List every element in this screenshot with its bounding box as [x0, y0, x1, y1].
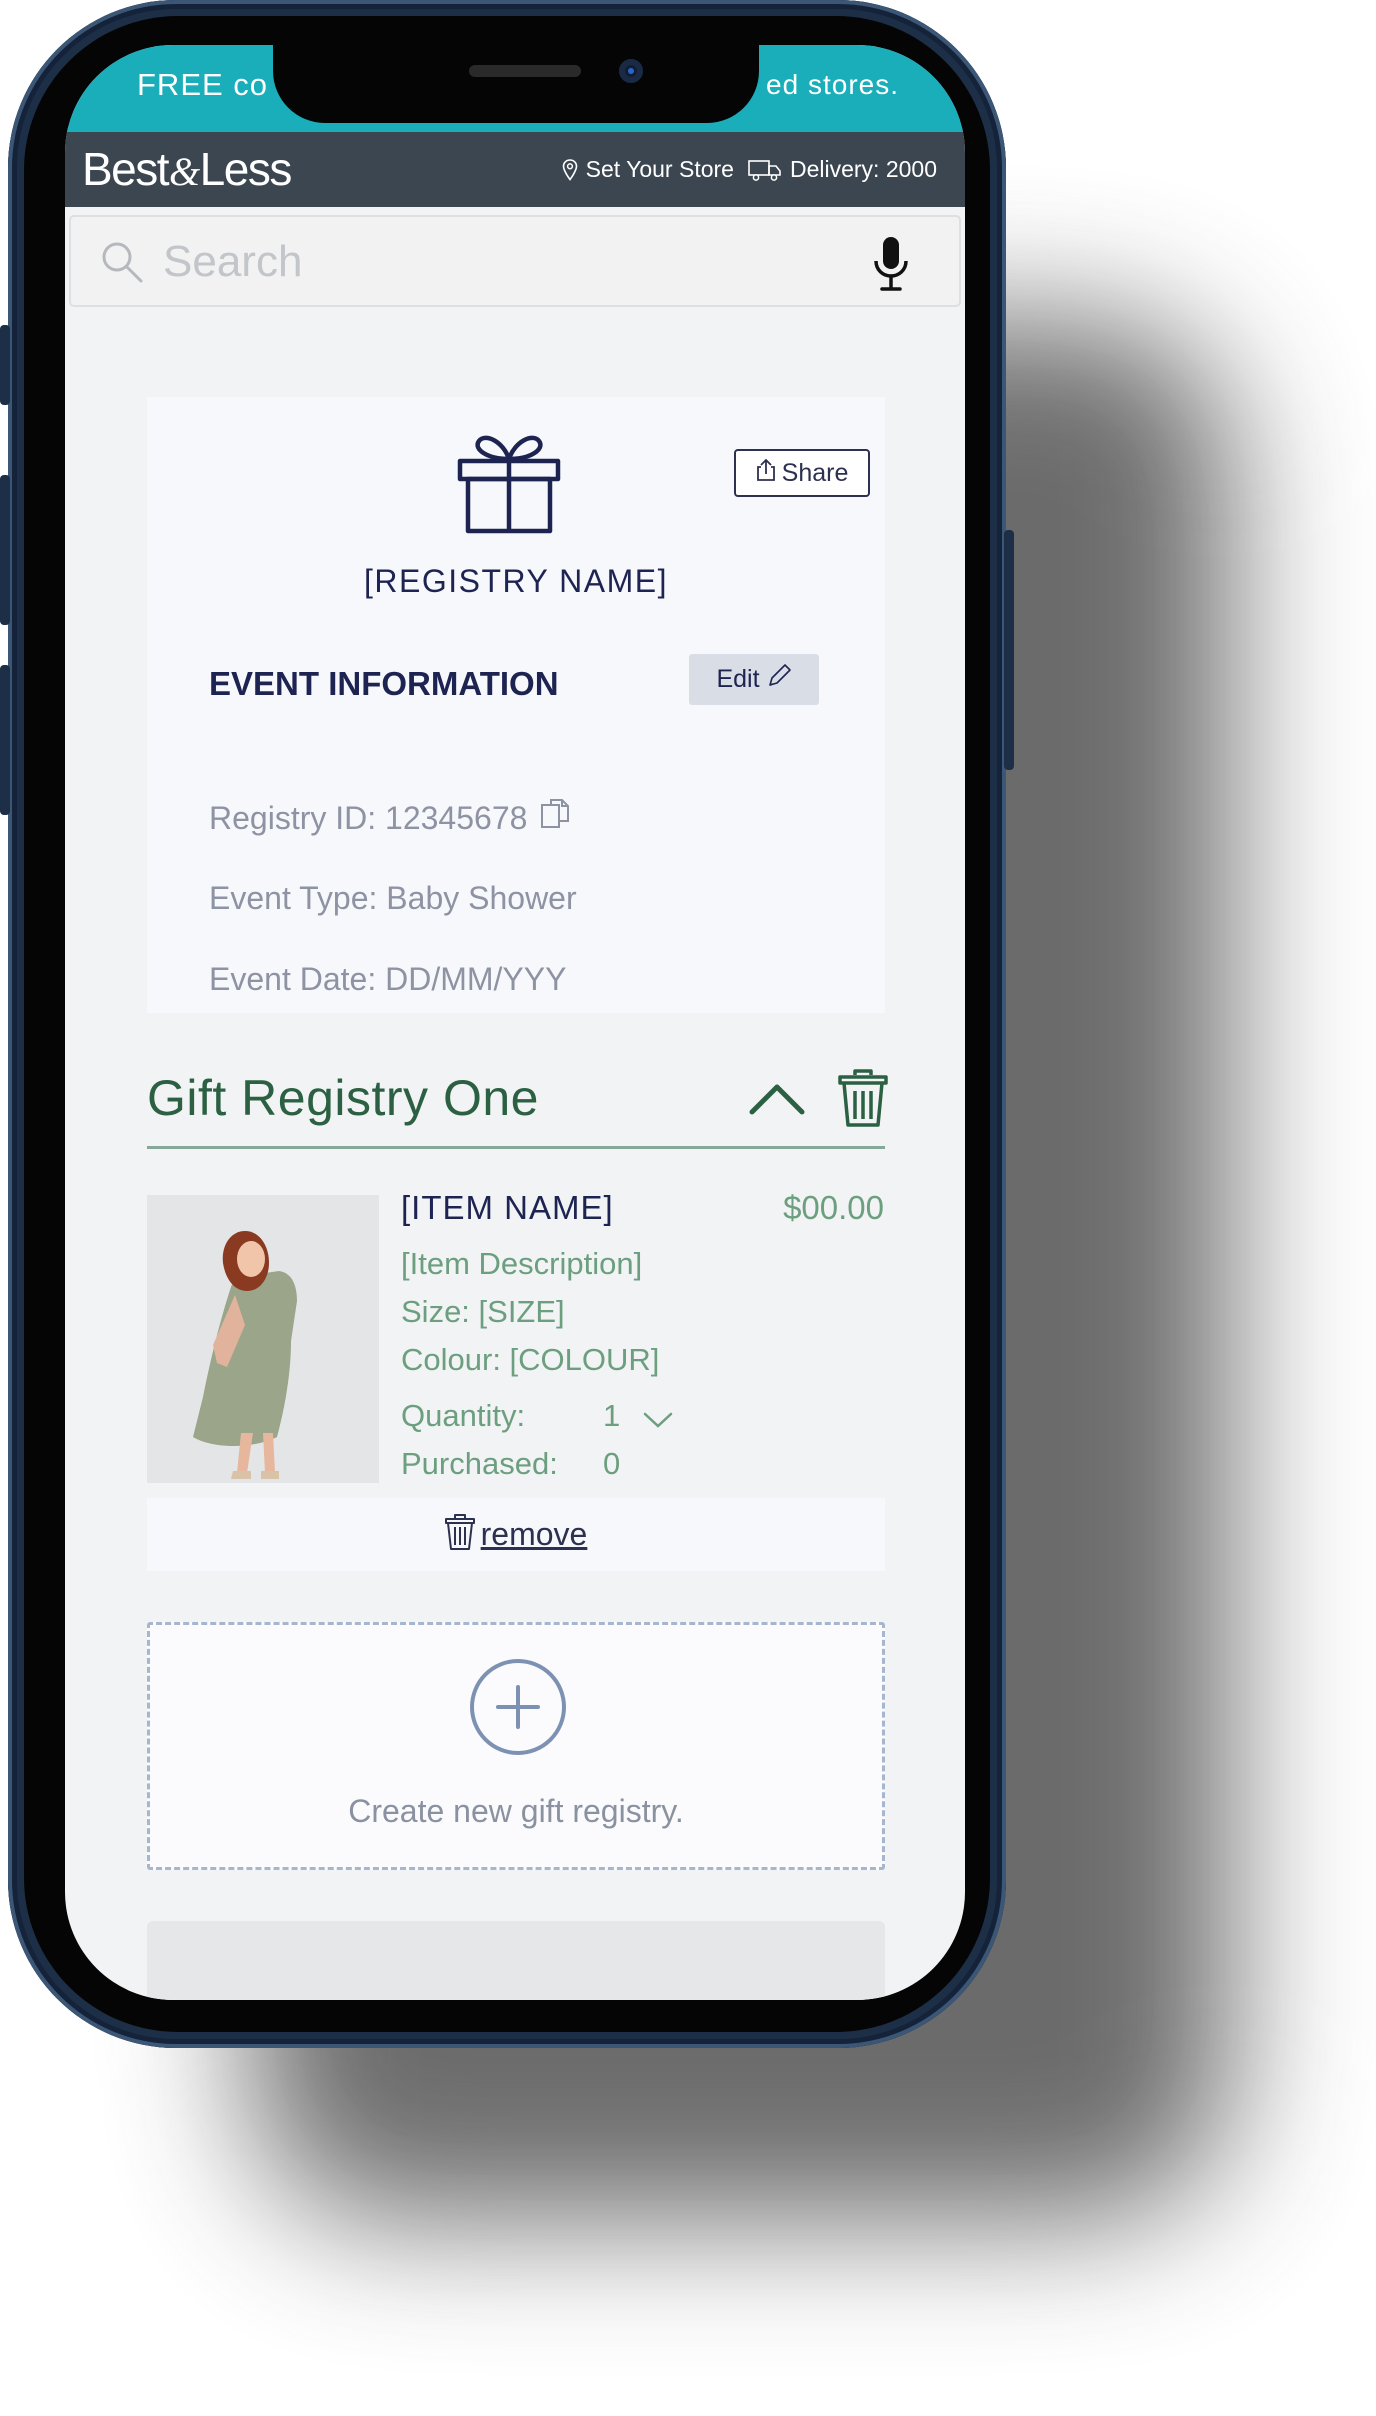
next-card-placeholder: [147, 1921, 885, 2000]
item-name[interactable]: [ITEM NAME]: [401, 1189, 614, 1227]
remove-link[interactable]: remove: [481, 1516, 588, 1553]
edit-label: Edit: [716, 665, 760, 693]
search-bar: [69, 215, 961, 307]
volume-up-button: [0, 475, 10, 625]
set-store-link[interactable]: Set Your Store: [586, 156, 734, 183]
power-button: [1004, 530, 1014, 770]
pencil-icon: [766, 663, 792, 696]
share-label: Share: [781, 458, 849, 487]
purchased-label: Purchased:: [401, 1446, 558, 1481]
edit-button[interactable]: Edit: [689, 654, 819, 705]
promo-text-left: FREE co: [137, 67, 269, 102]
delivery-postcode[interactable]: Delivery: 2000: [790, 156, 937, 183]
brand-logo[interactable]: Best&Less: [82, 142, 293, 196]
trash-small-icon[interactable]: [444, 1514, 475, 1555]
plus-circle-icon[interactable]: [468, 1657, 568, 1762]
search-input[interactable]: [163, 235, 783, 289]
share-icon: [756, 458, 776, 489]
item-price: $00.00: [783, 1189, 884, 1226]
location-pin-icon: [562, 158, 578, 181]
chevron-down-icon[interactable]: [643, 1411, 673, 1434]
logo-part2: Less: [199, 143, 293, 195]
registry-id: Registry ID: 12345678: [209, 799, 528, 836]
speaker-grille: [469, 65, 581, 77]
delivery-truck-icon: [748, 158, 782, 182]
gift-registry-title: Gift Registry One: [147, 1070, 539, 1126]
section-divider: [147, 1146, 885, 1149]
create-registry-label: Create new gift registry.: [348, 1793, 684, 1829]
notch: [273, 45, 759, 123]
site-header: Best&Less Set Your Store Delivery: 2000: [65, 132, 965, 207]
copy-icon[interactable]: [539, 797, 573, 839]
item-size: Size: [SIZE]: [401, 1294, 565, 1329]
volume-down-button: [0, 665, 10, 815]
mic-icon[interactable]: [871, 235, 911, 298]
event-info-heading: EVENT INFORMATION: [209, 665, 559, 702]
front-camera: [619, 59, 643, 83]
item-colour: Colour: [COLOUR]: [401, 1342, 660, 1377]
registry-id-row: Registry ID: 12345678: [209, 797, 573, 839]
promo-text-right: ed stores.: [766, 69, 899, 100]
gift-icon: [455, 427, 563, 540]
item-product-image[interactable]: [147, 1195, 379, 1483]
search-icon[interactable]: [99, 239, 145, 290]
item-description: [Item Description]: [401, 1246, 643, 1281]
logo-ampersand: &: [169, 149, 200, 194]
phone-screen: FREE co ed stores. Best&Less Set Your St…: [65, 45, 965, 2000]
registry-name: [REGISTRY NAME]: [363, 563, 669, 599]
store-delivery-info: Set Your Store Delivery: 2000: [562, 156, 937, 183]
trash-icon[interactable]: [838, 1069, 888, 1132]
chevron-up-icon[interactable]: [749, 1081, 805, 1120]
quantity-label: Quantity:: [401, 1398, 526, 1433]
purchased-count: 0: [603, 1446, 621, 1481]
phone-frame: FREE co ed stores. Best&Less Set Your St…: [0, 0, 1014, 2048]
share-button[interactable]: Share: [734, 449, 870, 497]
remove-row: remove: [147, 1498, 885, 1571]
logo-part1: Best: [82, 143, 170, 195]
event-date: Event Date: DD/MM/YYY: [209, 961, 567, 997]
create-registry-card[interactable]: Create new gift registry.: [147, 1622, 885, 1870]
registry-info-card: Share [REGISTRY NAME] EVENT INFORMATION …: [147, 397, 885, 1013]
event-type: Event Type: Baby Shower: [209, 880, 577, 916]
mute-switch: [0, 325, 10, 405]
quantity-select[interactable]: 1: [603, 1398, 620, 1434]
